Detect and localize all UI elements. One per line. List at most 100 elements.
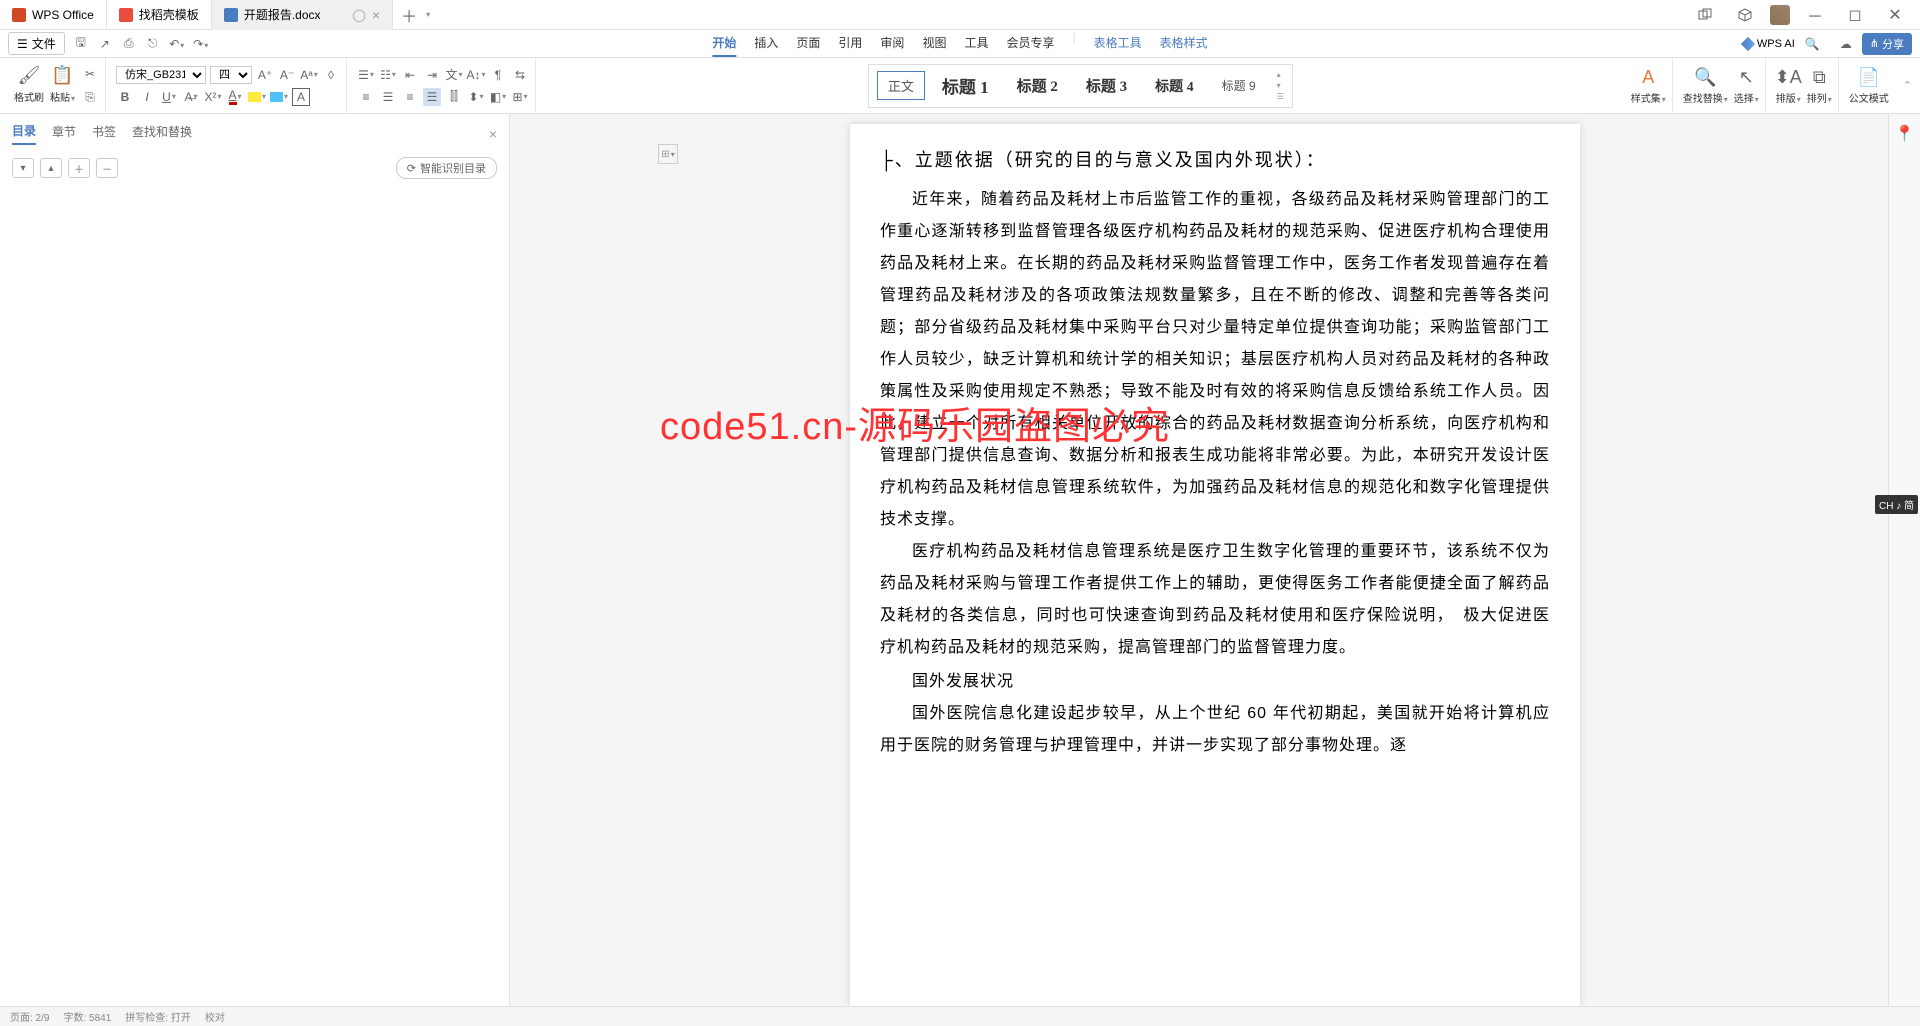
style-heading9[interactable]: 标题 9 (1211, 72, 1267, 99)
status-spellcheck[interactable]: 拼写检查: 打开 (125, 1009, 191, 1024)
decrease-font-icon[interactable]: A⁻ (278, 66, 296, 84)
style-heading1[interactable]: 标题 1 (931, 68, 1000, 103)
close-button[interactable]: ✕ (1880, 0, 1910, 30)
preview-icon[interactable]: ⎋ (145, 36, 161, 51)
doc-subheading[interactable]: 国外发展状况 (880, 666, 1550, 698)
menu-tab-start[interactable]: 开始 (712, 30, 736, 57)
menu-tab-insert[interactable]: 插入 (754, 30, 778, 57)
para-shading-icon[interactable]: ◧▾ (489, 88, 507, 106)
nav-remove-icon[interactable]: － (96, 158, 118, 178)
underline-icon[interactable]: U▾ (160, 88, 178, 106)
package-icon[interactable] (1730, 0, 1760, 30)
print-icon[interactable]: ⎙ (121, 36, 137, 51)
show-marks-icon[interactable]: ¶ (489, 66, 507, 84)
nav-tab-bookmark[interactable]: 书签 (92, 123, 116, 144)
font-name-select[interactable]: 仿宋_GB2312 (116, 66, 206, 84)
menu-tab-review[interactable]: 审阅 (880, 30, 904, 57)
find-replace-button[interactable]: 🔍 查找替换▾ (1683, 66, 1728, 105)
style-heading3[interactable]: 标题 3 (1075, 70, 1138, 101)
tab-list-dropdown[interactable]: ▾ (426, 10, 430, 19)
bullets-icon[interactable]: ☰▾ (357, 66, 375, 84)
cloud-icon[interactable]: ☁ (1840, 37, 1852, 51)
window-list-icon[interactable] (1690, 0, 1720, 30)
increase-indent-icon[interactable]: ⇥ (423, 66, 441, 84)
font-color-icon[interactable]: A▾ (226, 88, 244, 106)
menu-tab-view[interactable]: 视图 (922, 30, 946, 57)
new-tab-button[interactable]: ＋ (393, 3, 425, 27)
arrange-button[interactable]: ⧉ 排列▾ (1807, 66, 1832, 105)
status-words[interactable]: 字数: 5841 (63, 1009, 111, 1024)
nav-tab-toc[interactable]: 目录 (12, 122, 36, 145)
paste-button[interactable]: 📋 粘贴▾ (50, 65, 75, 107)
style-body[interactable]: 正文 (877, 71, 925, 100)
minimize-button[interactable]: － (1800, 0, 1830, 30)
doc-heading[interactable]: ├、立题依据（研究的目的与意义及国内外现状）： (880, 142, 1550, 178)
page-options-icon[interactable]: ⊞ ▾ (658, 144, 678, 164)
line-spacing-icon[interactable]: ⬍▾ (467, 88, 485, 106)
style-heading2[interactable]: 标题 2 (1006, 70, 1069, 101)
cut-icon[interactable]: ✂ (81, 65, 99, 83)
tab-wps-home[interactable]: WPS Office (0, 0, 107, 30)
user-avatar[interactable] (1770, 5, 1790, 25)
increase-font-icon[interactable]: A⁺ (256, 66, 274, 84)
decrease-indent-icon[interactable]: ⇤ (401, 66, 419, 84)
menu-tab-table-styles[interactable]: 表格样式 (1160, 30, 1208, 57)
tab-icon[interactable]: ⇆ (511, 66, 529, 84)
nav-add-icon[interactable]: ＋ (68, 158, 90, 178)
tab-templates[interactable]: 找稻壳模板 (107, 0, 212, 30)
menu-tab-table-tools[interactable]: 表格工具 (1094, 30, 1142, 57)
export-icon[interactable]: ↗ (97, 37, 113, 51)
doc-paragraph[interactable]: 医疗机构药品及耗材信息管理系统是医疗卫生数字化管理的重要环节，该系统不仅为药品及… (880, 536, 1550, 664)
align-right-icon[interactable]: ≡ (401, 88, 419, 106)
nav-close-icon[interactable]: × (489, 126, 497, 142)
copy-icon[interactable]: ⎘ (81, 89, 99, 107)
align-left-icon[interactable]: ≡ (357, 88, 375, 106)
collapse-ribbon-icon[interactable]: ⌃ (1903, 79, 1912, 92)
menu-tab-page[interactable]: 页面 (796, 30, 820, 57)
share-button[interactable]: ⋔ 分享 (1862, 33, 1912, 55)
shading-icon[interactable]: ▾ (270, 88, 288, 106)
nav-expand-icon[interactable]: ▾ (12, 158, 34, 178)
superscript-icon[interactable]: X²▾ (204, 88, 222, 106)
smart-toc-button[interactable]: ⟳ 智能识别目录 (396, 157, 497, 179)
doc-paragraph[interactable]: 近年来，随着药品及耗材上市后监管工作的重视，各级药品及耗材采购管理部门的工作重心… (880, 184, 1550, 536)
undo-icon[interactable]: ↶▾ (169, 37, 185, 51)
menu-tab-member[interactable]: 会员专享 (1006, 30, 1054, 57)
italic-icon[interactable]: I (138, 88, 156, 106)
document-area[interactable]: ⊞ ▾ ├、立题依据（研究的目的与意义及国内外现状）： 近年来，随着药品及耗材上… (510, 114, 1920, 1006)
align-justify-icon[interactable]: ☰ (423, 88, 441, 106)
borders-icon[interactable]: ⊞▾ (511, 88, 529, 106)
clear-format-icon[interactable]: ◊ (322, 66, 340, 84)
gallery-more-icon[interactable]: ☰ (1277, 92, 1284, 101)
highlight-icon[interactable]: ▾ (248, 88, 266, 106)
gallery-down-icon[interactable]: ▾ (1277, 81, 1284, 90)
format-painter-button[interactable]: 🖌 格式刷 (14, 65, 44, 107)
sort-icon[interactable]: A↕▾ (467, 66, 485, 84)
nav-collapse-icon[interactable]: ▴ (40, 158, 62, 178)
status-proof[interactable]: 校对 (205, 1009, 225, 1024)
font-size-select[interactable]: 四号 (210, 66, 252, 84)
file-menu-button[interactable]: ☰ 文件 (8, 32, 65, 55)
search-icon[interactable]: 🔍 (1805, 37, 1820, 51)
select-button[interactable]: ↖ 选择▾ (1734, 66, 1759, 105)
style-set-button[interactable]: A 样式集▾ (1631, 66, 1666, 105)
text-direction-icon[interactable]: 文▾ (445, 66, 463, 84)
close-icon[interactable]: × (372, 7, 380, 23)
align-center-icon[interactable]: ☰ (379, 88, 397, 106)
change-case-icon[interactable]: Aᵃ▾ (300, 66, 318, 84)
layout-button[interactable]: ⬍A 排版▾ (1776, 66, 1801, 105)
tab-options-icon[interactable]: ◯ (353, 8, 366, 22)
location-pin-icon[interactable]: 📍 (1895, 124, 1915, 144)
distribute-icon[interactable]: ⫿⫿ (445, 88, 463, 106)
numbering-icon[interactable]: ☷▾ (379, 66, 397, 84)
status-page[interactable]: 页面: 2/9 (10, 1009, 49, 1024)
redo-icon[interactable]: ↷▾ (193, 37, 209, 51)
bold-icon[interactable]: B (116, 88, 134, 106)
nav-tab-find[interactable]: 查找和替换 (132, 123, 192, 144)
gallery-up-icon[interactable]: ▴ (1277, 70, 1284, 79)
style-heading4[interactable]: 标题 4 (1144, 71, 1205, 101)
doc-paragraph[interactable]: 国外医院信息化建设起步较早，从上个世纪 60 年代初期起，美国就开始将计算机应用… (880, 698, 1550, 762)
nav-tab-chapter[interactable]: 章节 (52, 123, 76, 144)
save-icon[interactable]: 🖫 (73, 33, 89, 54)
wps-ai-button[interactable]: WPS AI (1743, 38, 1795, 50)
